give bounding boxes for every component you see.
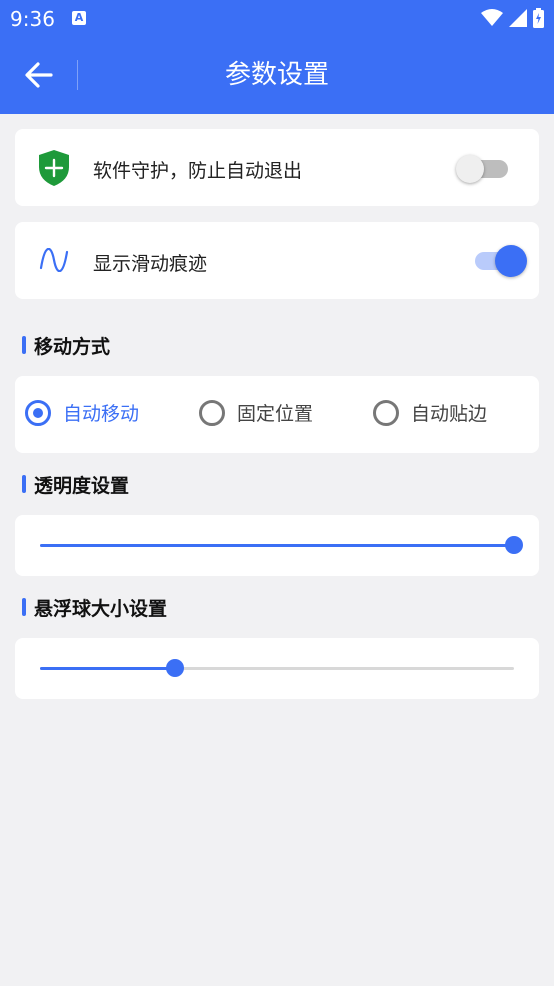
- ball-size-slider[interactable]: [40, 658, 514, 678]
- radio-auto-snap-edge-label: 自动贴边: [411, 403, 488, 425]
- transparency-title: 透明度设置: [34, 474, 130, 497]
- radio-auto-snap-edge[interactable]: 自动贴边: [373, 399, 487, 426]
- transparency-slider[interactable]: [40, 535, 523, 555]
- page-title: 参数设置: [224, 60, 329, 90]
- guard-label: 软件守护，防止自动退出: [93, 160, 303, 182]
- radio-fixed-position-label: 固定位置: [237, 403, 314, 425]
- transparency-card: [15, 515, 539, 576]
- guard-setting-card: 软件守护，防止自动退出: [15, 129, 539, 206]
- radio-auto-move[interactable]: 自动移动: [25, 399, 139, 426]
- signal-icon: [509, 9, 527, 27]
- ball-size-card: [15, 638, 539, 699]
- notification-a-icon: A: [72, 11, 86, 25]
- slider-fill: [40, 544, 514, 547]
- section-marker: [22, 336, 26, 354]
- radio-checked-icon: [25, 399, 51, 426]
- app-bar: 9:36 A 参数设置: [0, 0, 554, 114]
- slider-thumb[interactable]: [505, 536, 523, 554]
- radio-fixed-position[interactable]: 固定位置: [199, 399, 313, 426]
- trail-label: 显示滑动痕迹: [93, 253, 208, 275]
- move-mode-card: 自动移动 固定位置 自动贴边: [15, 376, 539, 453]
- radio-unchecked-icon: [199, 399, 225, 426]
- slider-thumb[interactable]: [166, 659, 185, 677]
- radio-unchecked-icon: [373, 399, 399, 426]
- slider-fill: [40, 667, 176, 670]
- system-icons: [481, 8, 544, 28]
- status-bar: 9:36 A: [0, 0, 554, 36]
- wifi-icon: [481, 9, 503, 26]
- transparency-heading: 透明度设置: [22, 473, 130, 497]
- move-mode-title: 移动方式: [34, 335, 111, 358]
- move-mode-heading: 移动方式: [22, 334, 111, 358]
- ball-size-title: 悬浮球大小设置: [34, 597, 168, 620]
- battery-icon: [533, 8, 544, 28]
- trail-setting-card: 显示滑动痕迹: [15, 222, 539, 299]
- wave-icon: [39, 248, 69, 272]
- status-time: 9:36: [10, 7, 55, 31]
- radio-auto-move-label: 自动移动: [63, 403, 140, 425]
- shield-plus-icon: [39, 150, 69, 186]
- section-marker: [22, 475, 26, 493]
- trail-toggle[interactable]: [475, 245, 527, 277]
- section-marker: [22, 598, 26, 616]
- ball-size-heading: 悬浮球大小设置: [22, 596, 168, 620]
- guard-toggle[interactable]: [456, 155, 508, 183]
